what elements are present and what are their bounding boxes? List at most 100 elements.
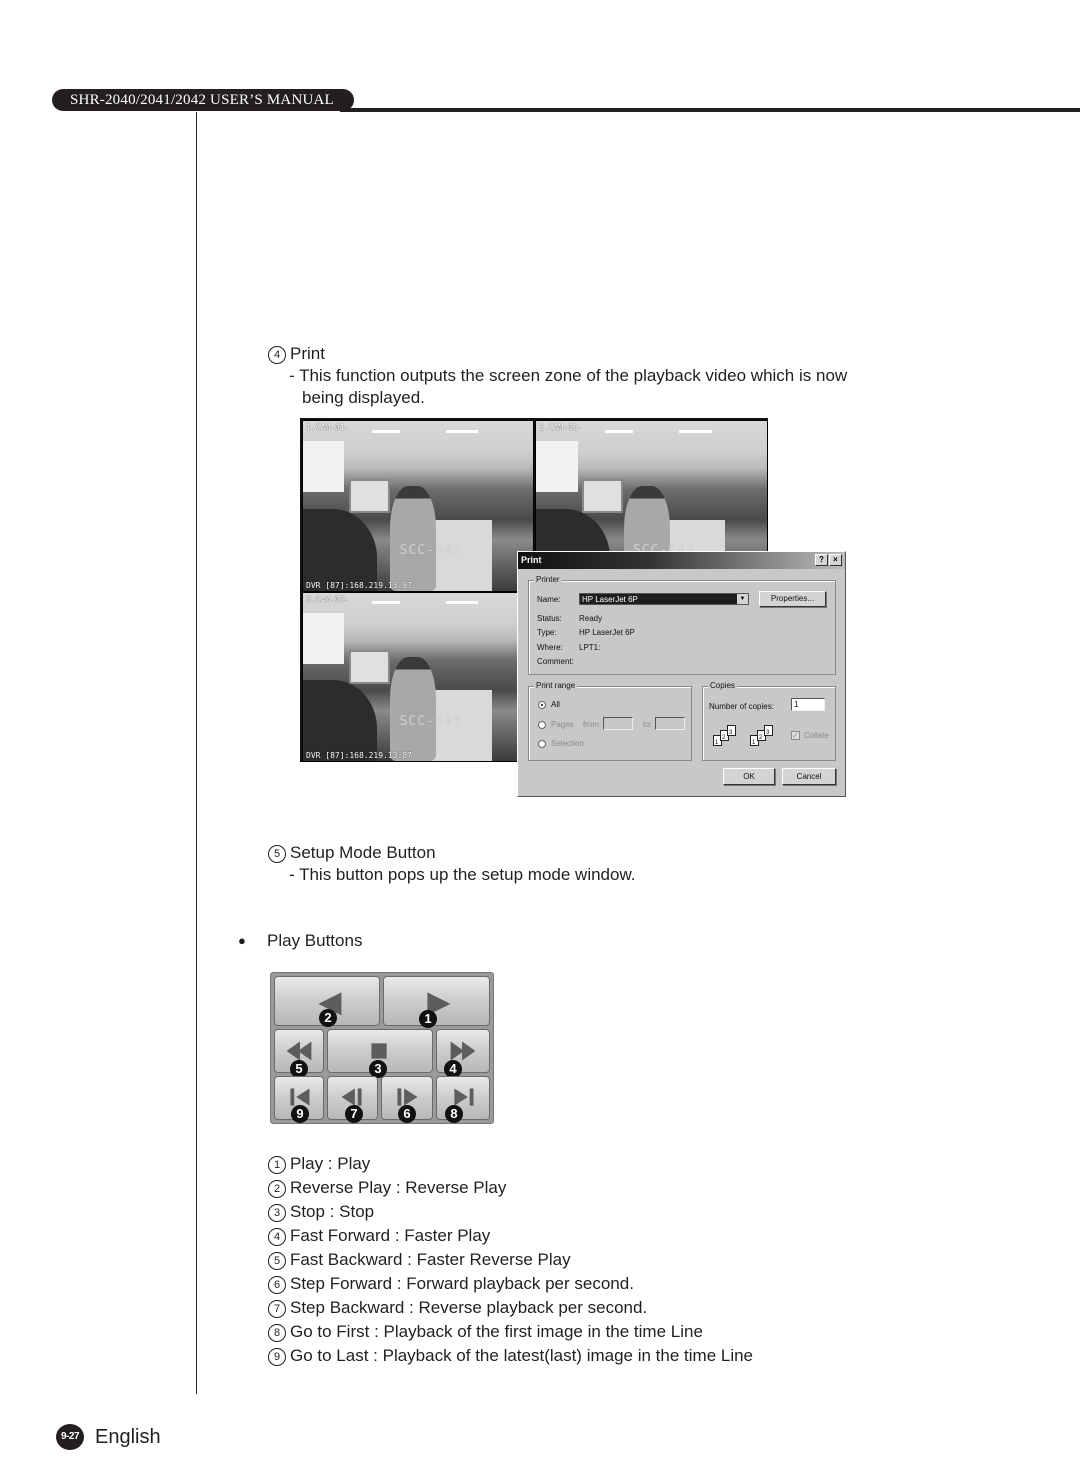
print-title: Print [290, 344, 325, 363]
legend-text: Go to Last : Playback of the latest(last… [290, 1346, 754, 1365]
chevron-down-icon[interactable]: ▼ [737, 594, 748, 604]
stop-button[interactable]: 3 [327, 1029, 433, 1078]
range-selection-label[interactable]: Selection [551, 739, 584, 748]
dvr-overlay: DVR [87]:168.219.13.87 [306, 581, 412, 590]
fast-backward-button[interactable]: 5 [274, 1029, 324, 1078]
margin-rule [196, 112, 197, 1394]
collate-checkbox[interactable]: ✓ [791, 731, 800, 740]
copies-label: Number of copies: [709, 702, 774, 711]
print-range-label: Print range [534, 681, 578, 690]
circled-number: 4 [268, 1228, 286, 1246]
print-description-line1: - This function outputs the screen zone … [289, 366, 848, 385]
ok-button[interactable]: OK [723, 768, 775, 785]
dialog-title: Print [521, 555, 542, 565]
legend-item: 5 Fast Backward : Faster Reverse Play [268, 1249, 571, 1271]
printer-group-label: Printer [534, 575, 562, 584]
range-selection-radio[interactable] [538, 740, 546, 748]
button-number-badge: 8 [445, 1105, 463, 1123]
status-label: Status: [537, 614, 562, 623]
legend-item: 4 Fast Forward : Faster Play [268, 1225, 490, 1247]
camera-model: SCC-643 [399, 713, 462, 729]
properties-button[interactable]: Properties... [759, 591, 826, 607]
range-all-label[interactable]: All [551, 700, 560, 709]
range-to-input[interactable] [655, 717, 685, 730]
legend-item: 7 Step Backward : Reverse playback per se… [268, 1297, 647, 1319]
circled-number: 8 [268, 1324, 286, 1342]
header-rule [340, 108, 1080, 112]
close-button[interactable]: × [829, 554, 842, 566]
legend-text: Stop : Stop [290, 1202, 375, 1221]
footer-language: English [95, 1426, 161, 1448]
page-icon: 3 [764, 725, 773, 736]
range-all-radio[interactable] [538, 701, 546, 709]
legend-item: 2 Reverse Play : Reverse Play [268, 1177, 506, 1199]
cancel-button[interactable]: Cancel [782, 768, 836, 785]
camera-label: 2.CAM-02- [539, 423, 583, 432]
copies-spinner[interactable]: 1 [791, 698, 825, 711]
step-forward-button[interactable]: 6 [381, 1076, 433, 1123]
legend-item: 1 Play : Play [268, 1153, 370, 1175]
circled-number: 5 [268, 845, 286, 863]
circled-number: 6 [268, 1276, 286, 1294]
circled-number: 5 [268, 1252, 286, 1270]
reverse-play-button[interactable]: 2 [274, 976, 380, 1027]
legend-text: Go to First : Playback of the first imag… [290, 1322, 703, 1341]
bullet-icon: ● [238, 933, 246, 948]
collate-label[interactable]: Collate [804, 731, 829, 740]
legend-text: Step Forward : Forward playback per seco… [290, 1274, 634, 1293]
camera-view-1: 1.CAM-01- SCC-643 DVR [87]:168.219.13.87 [302, 420, 534, 592]
legend-item: 3 Stop : Stop [268, 1201, 374, 1223]
play-button[interactable]: 1 [383, 976, 490, 1028]
setup-heading: 5 Setup Mode Button [268, 842, 436, 864]
legend-item: 9 Go to Last : Playback of the latest(las… [268, 1345, 753, 1367]
dvr-overlay: DVR [87]:168.219.13.87 [306, 751, 412, 760]
page-number-badge: 9-27 [56, 1424, 84, 1450]
printer-name-select[interactable]: HP LaserJet 6P ▼ [579, 593, 749, 605]
dialog-titlebar: Print ? × [518, 552, 845, 569]
button-number-badge: 7 [345, 1105, 363, 1123]
circled-number: 4 [268, 346, 286, 364]
camera-view-3: 3.CAM-03- SCC-643 DVR [87]:168.219.13.87 [302, 592, 534, 762]
camera-label: 3.CAM-03- [306, 595, 350, 604]
manual-title-tab: SHR-2040/2041/2042 USER’S MANUAL [52, 89, 354, 111]
go-to-first-button[interactable]: 8 [436, 1076, 490, 1123]
range-pages-label[interactable]: Pages [551, 720, 574, 729]
legend-text: Reverse Play : Reverse Play [290, 1178, 507, 1197]
circled-number: 9 [268, 1348, 286, 1366]
status-value: Ready [579, 614, 603, 623]
print-description-line2: being displayed. [302, 388, 425, 407]
button-number-badge: 2 [319, 1009, 337, 1027]
help-button[interactable]: ? [815, 554, 828, 566]
circled-number: 2 [268, 1180, 286, 1198]
page-icon: 3 [727, 725, 736, 736]
camera-model: SCC-643 [399, 543, 462, 559]
legend-item: 6 Step Forward : Forward playback per sec… [268, 1273, 634, 1295]
legend-text: Step Backward : Reverse playback per sec… [290, 1298, 648, 1317]
range-pages-radio[interactable] [538, 721, 546, 729]
type-label: Type: [537, 628, 557, 637]
legend-text: Play : Play [290, 1154, 371, 1173]
legend-text: Fast Backward : Faster Reverse Play [290, 1250, 571, 1269]
type-value: HP LaserJet 6P [579, 628, 635, 637]
where-label: Where: [537, 643, 563, 652]
play-buttons-panel: 2 1 5 3 4 9 7 6 8 [270, 972, 494, 1124]
step-backward-button[interactable]: 7 [327, 1076, 378, 1123]
copies-group-label: Copies [708, 681, 737, 690]
printer-name-value: HP LaserJet 6P [582, 595, 638, 604]
play-buttons-heading: Play Buttons [267, 931, 363, 950]
button-number-badge: 9 [291, 1105, 309, 1123]
circled-number: 1 [268, 1156, 286, 1174]
copies-value: 1 [794, 700, 799, 709]
range-from-input[interactable] [603, 717, 633, 730]
go-to-last-button[interactable]: 9 [274, 1076, 324, 1123]
fast-forward-button[interactable]: 4 [436, 1029, 490, 1078]
printer-group: Printer Name: HP LaserJet 6P ▼ Propertie… [528, 575, 836, 675]
circled-number: 3 [268, 1204, 286, 1222]
circled-number: 7 [268, 1300, 286, 1318]
setup-title: Setup Mode Button [290, 843, 436, 862]
range-to-label: to: [643, 720, 652, 729]
where-value: LPT1: [579, 643, 601, 652]
setup-description: - This button pops up the setup mode win… [289, 865, 636, 884]
camera-label: 1.CAM-01- [306, 423, 350, 432]
range-from-label: from: [583, 720, 602, 729]
